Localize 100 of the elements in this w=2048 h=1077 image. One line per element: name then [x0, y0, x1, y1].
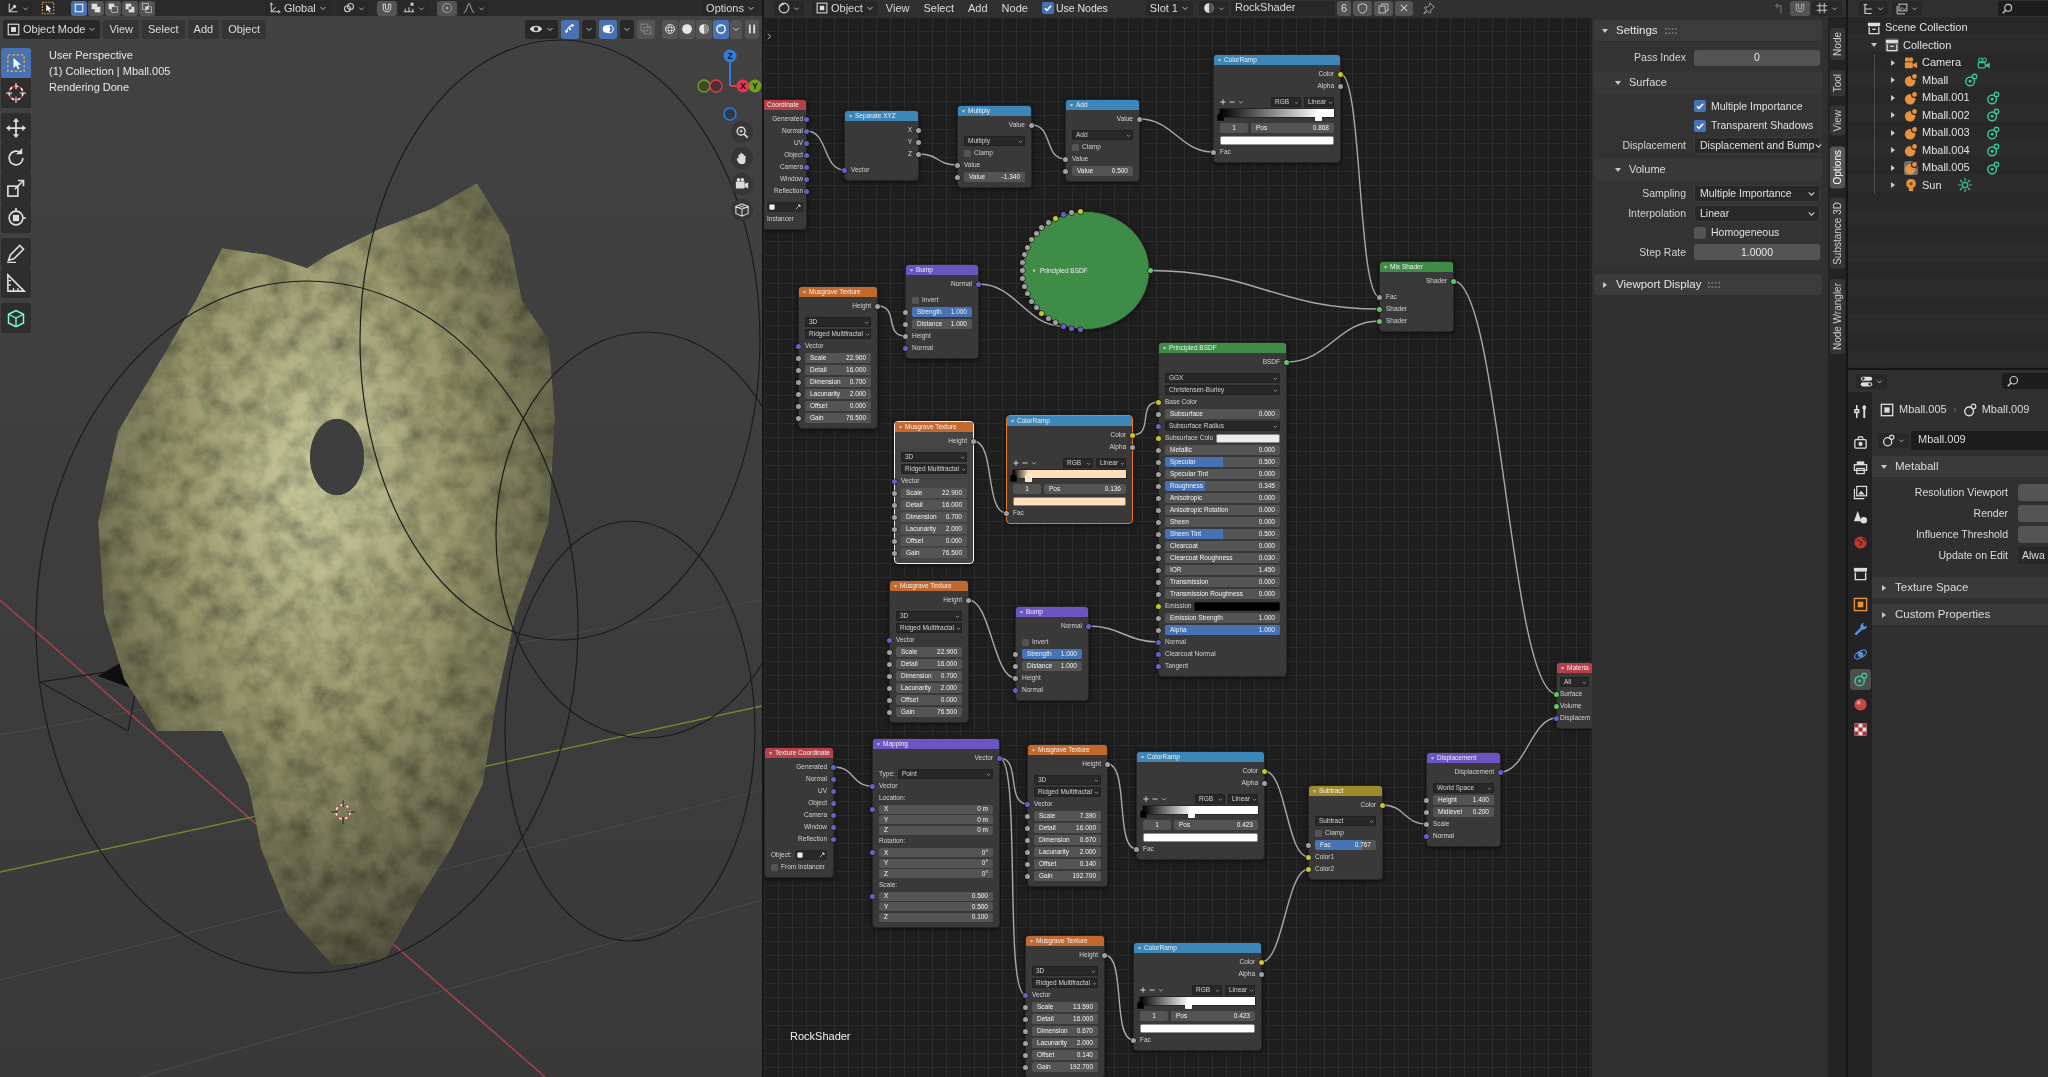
socket-icon[interactable]: [796, 403, 801, 409]
socket-icon[interactable]: [1377, 306, 1382, 312]
socket-icon[interactable]: [1013, 675, 1018, 681]
socket-icon[interactable]: [1424, 821, 1429, 827]
socket-icon[interactable]: [892, 478, 897, 484]
tool-button[interactable]: [1, 48, 31, 78]
checkbox[interactable]: [1041, 2, 1054, 14]
socket-icon[interactable]: [887, 685, 892, 691]
snap-target-dropdown[interactable]: [398, 0, 429, 16]
socket-icon[interactable]: [887, 649, 892, 655]
socket-icon[interactable]: [916, 139, 921, 145]
triangle-right-icon[interactable]: [1889, 111, 1897, 120]
sidebar-tab[interactable]: Substance 3D: [1829, 198, 1845, 270]
triangle-right-icon[interactable]: [1880, 610, 1888, 619]
socket-icon[interactable]: [916, 127, 921, 133]
triangle-right-icon[interactable]: [1889, 93, 1897, 102]
triangle-right-icon[interactable]: [1889, 58, 1897, 67]
sidebar-tab[interactable]: Tool: [1829, 69, 1845, 97]
datablock-name-field[interactable]: Mball.009: [1911, 430, 2048, 450]
socket-icon[interactable]: [796, 391, 801, 397]
y-axis-handle[interactable]: Y: [748, 79, 762, 93]
socket-icon[interactable]: [796, 367, 801, 373]
grip-icon[interactable]: [1708, 281, 1721, 288]
socket-icon[interactable]: [1424, 797, 1429, 803]
collapse-triangle-icon[interactable]: [1019, 609, 1024, 615]
visibility-dropdown[interactable]: [525, 19, 558, 39]
dropdown[interactable]: Multiple Importance: [1694, 185, 1820, 203]
socket-icon[interactable]: [892, 538, 897, 544]
orientation-dropdown[interactable]: Global: [265, 0, 331, 16]
object-type-dropdown[interactable]: Object: [812, 0, 878, 16]
socket-icon[interactable]: [1451, 278, 1456, 284]
plus-icon[interactable]: [1013, 460, 1019, 466]
socket-icon[interactable]: [892, 526, 897, 532]
checkbox[interactable]: [1022, 638, 1029, 646]
camera-view-button[interactable]: [731, 173, 753, 195]
socket-icon[interactable]: [796, 379, 801, 385]
color-swatch[interactable]: [1216, 433, 1280, 443]
color-swatch[interactable]: [1140, 1023, 1255, 1033]
socket-icon[interactable]: [1554, 703, 1559, 709]
tool-button[interactable]: [1, 78, 31, 108]
selection-mode-button[interactable]: [71, 0, 87, 16]
socket-icon[interactable]: [955, 174, 960, 180]
checkbox-label[interactable]: Transparent Shadows: [1711, 119, 1814, 133]
outliner-item-label[interactable]: Scene Collection: [1885, 21, 1968, 35]
checkbox-label[interactable]: Homogeneous: [1711, 226, 1780, 240]
triangle-down-icon[interactable]: [1614, 166, 1622, 174]
shading-mode-button[interactable]: [713, 19, 729, 39]
menu-item[interactable]: Select: [917, 0, 961, 16]
menu-item[interactable]: Node: [995, 0, 1034, 16]
negative-axis-handle[interactable]: [723, 107, 737, 121]
slot-dropdown[interactable]: Slot 1: [1145, 0, 1193, 16]
ramp-menu-button[interactable]: [1158, 986, 1164, 994]
shading-mode-button[interactable]: [679, 19, 695, 39]
dropdown[interactable]: Linear: [1694, 204, 1820, 222]
outliner-item-label[interactable]: Camera: [1922, 56, 1962, 70]
socket-icon[interactable]: [1025, 861, 1030, 867]
panel-header[interactable]: Settings: [1594, 20, 1822, 41]
metaball-data-icon[interactable]: [1964, 73, 1979, 88]
socket-icon[interactable]: [1130, 432, 1135, 438]
metaball-data-icon[interactable]: [1985, 108, 2000, 123]
socket-icon[interactable]: [1259, 971, 1264, 977]
socket-icon[interactable]: [1156, 579, 1161, 585]
socket-icon[interactable]: [1004, 510, 1009, 516]
dropdown[interactable]: Displacement and Bump: [1694, 136, 1820, 154]
region-toggle[interactable]: [745, 19, 759, 39]
socket-icon[interactable]: [1156, 615, 1161, 621]
panel-header[interactable]: Custom Properties: [1872, 604, 2048, 625]
chevron-right-icon[interactable]: [766, 32, 773, 41]
triangle-right-icon[interactable]: [1889, 181, 1897, 190]
snap-target-dropdown[interactable]: [1812, 0, 1842, 16]
socket-icon[interactable]: [903, 309, 908, 315]
snap-toggle[interactable]: [376, 0, 397, 16]
checkbox-label[interactable]: Multiple Importance: [1711, 99, 1803, 113]
metaball-data-icon[interactable]: [1985, 125, 2000, 140]
material-name-field[interactable]: RockShader: [1231, 0, 1335, 16]
sidebar-tab[interactable]: Node: [1829, 28, 1845, 60]
mode-dropdown[interactable]: Object Mode: [3, 19, 101, 39]
properties-tab[interactable]: [1849, 669, 1871, 690]
plus-icon[interactable]: [1140, 987, 1146, 993]
selection-mode-button[interactable]: [105, 0, 121, 16]
socket-icon[interactable]: [1156, 447, 1161, 453]
socket-icon[interactable]: [1025, 813, 1030, 819]
outliner-item-label[interactable]: Collection: [1903, 38, 1952, 52]
negative-axis-handle[interactable]: [697, 79, 711, 93]
triangle-right-icon[interactable]: [1889, 128, 1897, 137]
xray-toggle[interactable]: [637, 19, 655, 39]
sidebar-tab[interactable]: Options: [1829, 145, 1845, 189]
zoom-button[interactable]: [731, 121, 753, 143]
editor-type-dropdown[interactable]: [774, 0, 804, 16]
socket-icon[interactable]: [1338, 71, 1343, 77]
tool-button[interactable]: [1, 303, 31, 333]
z-axis-handle[interactable]: Z: [723, 49, 737, 87]
ramp-stop-marker-icon[interactable]: [1009, 473, 1017, 482]
plus-icon[interactable]: [1143, 796, 1149, 802]
minus-icon[interactable]: [1022, 460, 1028, 466]
panel-header[interactable]: Metaball: [1872, 456, 2048, 477]
socket-icon[interactable]: [1156, 411, 1161, 417]
socket-icon[interactable]: [1156, 459, 1161, 465]
proportional-toggle[interactable]: [436, 0, 457, 16]
socket-icon[interactable]: [887, 661, 892, 667]
